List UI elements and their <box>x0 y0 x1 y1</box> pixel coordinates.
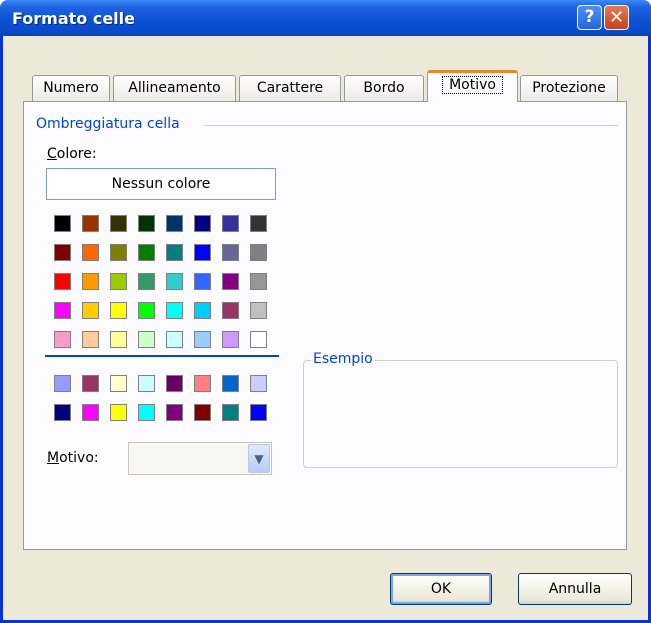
chart-color-swatch-1-3[interactable] <box>138 404 155 421</box>
tab-motivo-label: Motivo <box>442 76 503 94</box>
color-swatch-1-4[interactable] <box>166 244 183 261</box>
color-swatch-0-1[interactable] <box>82 215 99 232</box>
chart-color-swatch-0-0[interactable] <box>54 375 71 392</box>
color-swatch-2-7[interactable] <box>250 273 267 290</box>
title-bar[interactable]: Formato celle ? ✕ <box>0 0 651 36</box>
chart-color-swatch-0-4[interactable] <box>166 375 183 392</box>
chart-color-swatch-0-7[interactable] <box>250 375 267 392</box>
tab-numero[interactable]: Numero <box>32 75 110 101</box>
color-swatch-3-3[interactable] <box>138 302 155 319</box>
color-swatch-4-0[interactable] <box>54 331 71 348</box>
color-swatch-4-1[interactable] <box>82 331 99 348</box>
group-divider <box>204 125 618 126</box>
no-color-button[interactable]: Nessun colore <box>46 168 276 200</box>
color-swatch-1-2[interactable] <box>110 244 127 261</box>
chart-color-swatch-1-1[interactable] <box>82 404 99 421</box>
chart-color-swatch-1-0[interactable] <box>54 404 71 421</box>
tab-motivo[interactable]: Motivo <box>427 70 518 102</box>
color-swatch-4-3[interactable] <box>138 331 155 348</box>
color-swatch-4-6[interactable] <box>222 331 239 348</box>
color-swatch-1-3[interactable] <box>138 244 155 261</box>
color-swatch-0-2[interactable] <box>110 215 127 232</box>
help-icon[interactable]: ? <box>577 5 602 30</box>
cell-shading-group-title: Ombreggiatura cella <box>36 116 185 132</box>
chart-color-swatch-0-2[interactable] <box>110 375 127 392</box>
pattern-label: Motivo: <box>47 450 99 466</box>
color-label: Colore: <box>47 146 97 162</box>
window-title: Formato celle <box>12 9 135 28</box>
color-swatch-0-5[interactable] <box>194 215 211 232</box>
color-swatch-4-7[interactable] <box>250 331 267 348</box>
tab-carattere[interactable]: Carattere <box>239 75 341 101</box>
color-swatch-3-1[interactable] <box>82 302 99 319</box>
color-swatch-2-2[interactable] <box>110 273 127 290</box>
color-swatch-1-5[interactable] <box>194 244 211 261</box>
color-swatch-2-4[interactable] <box>166 273 183 290</box>
chevron-down-icon[interactable]: ▼ <box>248 444 270 473</box>
color-swatch-4-2[interactable] <box>110 331 127 348</box>
palette-separator <box>45 355 279 357</box>
color-swatch-1-1[interactable] <box>82 244 99 261</box>
chart-color-swatch-1-6[interactable] <box>222 404 239 421</box>
sample-title: Esempio <box>311 351 375 367</box>
chart-color-swatch-0-5[interactable] <box>194 375 211 392</box>
close-icon[interactable]: ✕ <box>604 5 629 30</box>
color-swatch-0-6[interactable] <box>222 215 239 232</box>
cancel-button[interactable]: Annulla <box>518 573 632 605</box>
color-swatch-0-0[interactable] <box>54 215 71 232</box>
color-swatch-0-7[interactable] <box>250 215 267 232</box>
color-swatch-1-7[interactable] <box>250 244 267 261</box>
color-swatch-3-6[interactable] <box>222 302 239 319</box>
chart-color-swatch-0-1[interactable] <box>82 375 99 392</box>
ok-button[interactable]: OK <box>390 573 492 605</box>
chart-color-swatch-0-3[interactable] <box>138 375 155 392</box>
color-swatch-4-5[interactable] <box>194 331 211 348</box>
color-swatch-2-0[interactable] <box>54 273 71 290</box>
sample-preview <box>303 360 618 468</box>
tab-bordo[interactable]: Bordo <box>344 75 424 101</box>
chart-color-swatch-0-6[interactable] <box>222 375 239 392</box>
color-swatch-0-3[interactable] <box>138 215 155 232</box>
chart-color-swatch-1-7[interactable] <box>250 404 267 421</box>
chart-color-swatch-1-4[interactable] <box>166 404 183 421</box>
tab-protezione[interactable]: Protezione <box>520 75 618 101</box>
color-swatch-3-7[interactable] <box>250 302 267 319</box>
color-swatch-0-4[interactable] <box>166 215 183 232</box>
color-swatch-3-0[interactable] <box>54 302 71 319</box>
color-swatch-2-3[interactable] <box>138 273 155 290</box>
color-swatch-2-6[interactable] <box>222 273 239 290</box>
color-swatch-3-4[interactable] <box>166 302 183 319</box>
color-swatch-4-4[interactable] <box>166 331 183 348</box>
color-swatch-3-2[interactable] <box>110 302 127 319</box>
color-swatch-1-0[interactable] <box>54 244 71 261</box>
color-swatch-2-1[interactable] <box>82 273 99 290</box>
tab-allineamento[interactable]: Allineamento <box>113 75 236 101</box>
chart-color-swatch-1-2[interactable] <box>110 404 127 421</box>
color-swatch-2-5[interactable] <box>194 273 211 290</box>
chart-color-swatch-1-5[interactable] <box>194 404 211 421</box>
color-swatch-3-5[interactable] <box>194 302 211 319</box>
pattern-dropdown[interactable]: ▼ <box>128 442 272 475</box>
color-swatch-1-6[interactable] <box>222 244 239 261</box>
